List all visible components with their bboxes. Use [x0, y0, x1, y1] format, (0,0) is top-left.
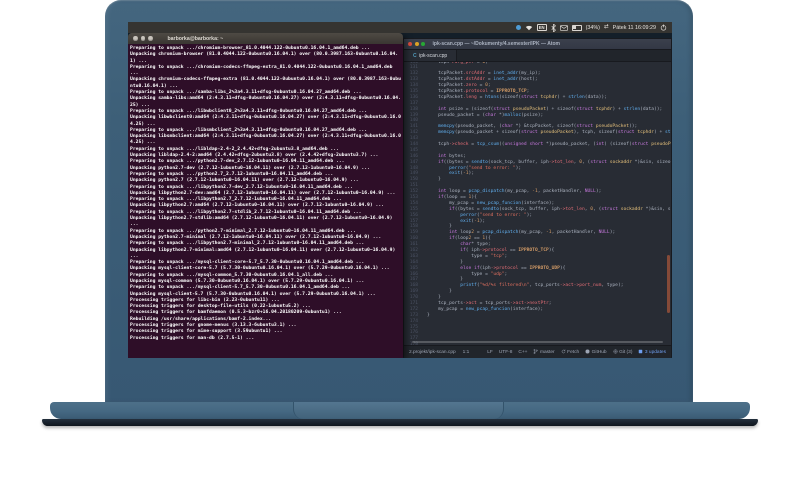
status-label: GitHub — [591, 349, 607, 355]
terminal-line: Processing triggers for man-db (2.7.5-1)… — [130, 335, 255, 341]
laptop-bezel: EN (34%) ⇄ Pátek 11 16:09:29 ipk-scan.cp… — [105, 0, 693, 402]
app-indicator-icon[interactable] — [515, 25, 521, 30]
terminal-line: Preparing to unpack .../libpython2.7-min… — [130, 241, 365, 247]
terminal-line: Unpacking mysql-client-5.7 (5.7.30-0ubun… — [130, 291, 376, 297]
session-power-icon[interactable] — [660, 24, 667, 31]
code-editor[interactable]: 130 131 132 133 134 135 136 137 138 139 140 141 142 1… — [404, 62, 671, 345]
cpp-file-icon: C — [413, 52, 417, 59]
status-label: Git (3) — [619, 349, 633, 355]
status-git-branch[interactable]: master — [533, 348, 555, 356]
screen-desktop: EN (34%) ⇄ Pátek 11 16:09:29 ipk-scan.cp… — [128, 22, 672, 358]
tab-bar: C ipk-scan.cpp — [404, 50, 671, 62]
terminal-window: barborka@barborka: ~ Preparing to unpack… — [128, 33, 403, 358]
status-label: master — [539, 349, 555, 355]
messages-icon[interactable] — [559, 24, 568, 31]
status-fetch[interactable]: Fetch — [561, 349, 580, 356]
system-tray: EN (34%) ⇄ Pátek 11 16:09:29 — [515, 23, 672, 32]
terminal-title: barborka@barborka: ~ — [167, 35, 224, 42]
code-line: int psize = (sizeof(struct pseudoPacket)… — [438, 106, 663, 112]
scrollbar-marker[interactable] — [667, 255, 670, 313]
atom-titlebar[interactable]: ipk-scan.cpp — ~/Dokumenty/4.semester/IP… — [404, 39, 671, 50]
terminal-line: Unpacking libpython2.7:amd64 (2.7.12-1ub… — [130, 203, 384, 209]
branch-icon — [533, 348, 539, 356]
terminal-line: Unpacking chromium-codecs-ffmpeg-extra (… — [130, 77, 401, 89]
terminal-titlebar[interactable]: barborka@barborka: ~ — [128, 33, 403, 44]
terminal-line: Unpacking libwbclient0:amd64 (2:4.3.11+d… — [130, 115, 401, 127]
code-line: tcph->check = tcp_csum((unsigned short *… — [427, 141, 671, 147]
status-updates[interactable]: 3 updates — [638, 349, 666, 356]
terminal-line: Unpacking python2.7-dev (2.7.12-1ubuntu0… — [130, 165, 370, 171]
status-label: C++ — [518, 349, 528, 355]
sync-icon — [561, 349, 566, 356]
minimize-icon[interactable] — [414, 42, 419, 46]
laptop-base-notch — [293, 402, 504, 419]
terminal-line: Unpacking samba-libs:amd64 (2:4.3.11+dfs… — [130, 96, 401, 108]
battery-percent-label: (34%) — [585, 24, 600, 31]
status-github[interactable]: GitHub — [585, 349, 607, 356]
wifi-icon[interactable] — [525, 24, 533, 31]
atom-status-bar: 2.projekt/ipk-scan.cpp 1:1 LF UTF-8 C++ mas… — [404, 345, 671, 358]
keyboard-layout-indicator[interactable]: EN — [536, 23, 547, 32]
sync-arrows-icon[interactable]: ⇄ — [604, 24, 609, 30]
battery-fill — [572, 25, 576, 30]
code-line: memcpy(pseudo_packet + sizeof(struct pse… — [438, 130, 671, 136]
terminal-line: Preparing to unpack .../chromium-codecs-… — [130, 64, 396, 77]
maximize-icon[interactable] — [421, 42, 425, 46]
bluetooth-icon[interactable] — [551, 23, 556, 32]
close-icon[interactable] — [133, 36, 138, 41]
terminal-line: Unpacking libsmbclient:amd64 (2:4.3.11+d… — [130, 134, 401, 146]
close-icon[interactable] — [408, 42, 412, 46]
atom-window-title: ipk-scan.cpp — ~/Dokumenty/4.semester/IP… — [432, 41, 561, 47]
tab-label: ipk-scan.cpp — [419, 52, 448, 59]
status-line-ending[interactable]: LF — [487, 350, 493, 355]
code-lines[interactable]: tcph->urg_ptr = 0; tcpPacket.srcAddr = i… — [421, 62, 671, 345]
status-label: Fetch — [567, 349, 580, 355]
laptop-bottom-edge — [42, 419, 758, 426]
clock-label[interactable]: Pátek 11 16:09:29 — [613, 25, 656, 31]
terminal-line: Unpacking chromium-browser (81.0.4044.12… — [130, 52, 399, 64]
battery-icon[interactable] — [571, 24, 583, 31]
status-git-status[interactable]: Git (3) — [613, 349, 633, 356]
tab-ipk-scan-cpp[interactable]: C ipk-scan.cpp — [404, 50, 458, 61]
status-grammar[interactable]: C++ — [518, 350, 527, 355]
maximize-icon[interactable] — [148, 36, 153, 41]
top-panel: EN (34%) ⇄ Pátek 11 16:09:29 — [128, 22, 672, 33]
terminal-output[interactable]: Preparing to unpack .../chromium-browser… — [128, 44, 403, 358]
terminal-line: Unpacking libpython2.7-stdlib:amd64 (2.7… — [130, 216, 396, 228]
status-file-path[interactable]: 2.projekt/ipk-scan.cpp — [409, 350, 456, 355]
github-icon — [585, 349, 590, 356]
status-label: UTF-8 — [498, 349, 513, 355]
status-encoding[interactable]: UTF-8 — [499, 350, 513, 355]
globe-icon — [613, 349, 618, 356]
minimize-icon[interactable] — [140, 36, 145, 41]
status-cursor-position[interactable]: 1:1 — [463, 350, 470, 355]
package-icon — [638, 349, 643, 356]
terminal-line: Unpacking mysql-client-core-5.7 (5.7.30-… — [130, 266, 390, 272]
terminal-line: Unpacking libpython2.7-minimal:amd64 (2.… — [130, 247, 399, 259]
line-number-gutter[interactable]: 130 131 132 133 134 135 136 137 138 139 140 141 142 1… — [404, 62, 421, 345]
status-label: 3 updates — [644, 349, 666, 355]
laptop-base — [50, 402, 750, 419]
horizontal-scrollbar[interactable] — [412, 341, 663, 343]
atom-window: ipk-scan.cpp — ~/Dokumenty/4.semester/IP… — [403, 38, 672, 358]
status-label: LF — [487, 349, 493, 355]
